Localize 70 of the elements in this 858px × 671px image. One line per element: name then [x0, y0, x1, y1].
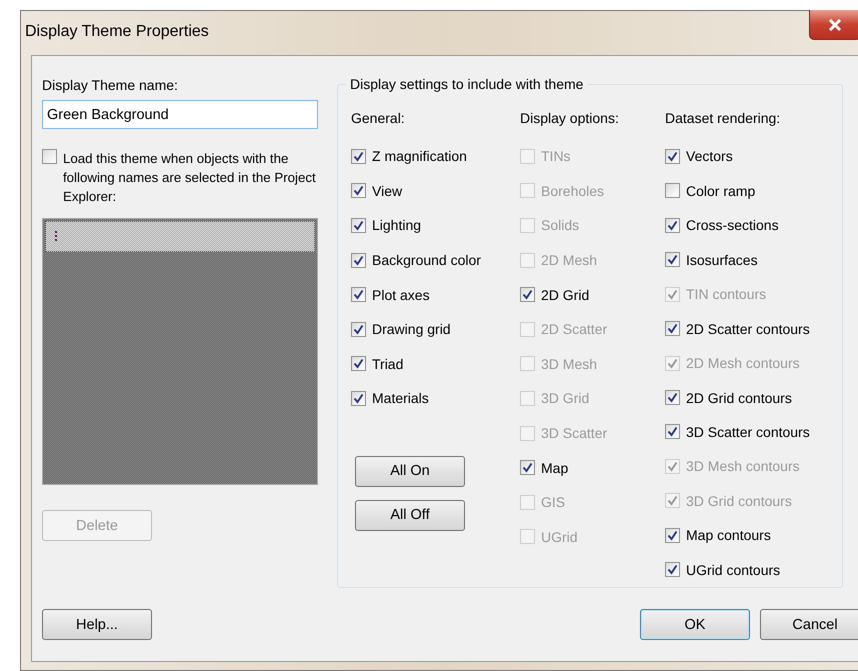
checkbox-label: Triad — [372, 356, 404, 372]
toggle-all-button[interactable]: All Off — [355, 500, 465, 531]
checkbox-label: Materials — [372, 390, 429, 406]
dialog-button[interactable]: OK — [640, 609, 750, 640]
checkbox[interactable] — [665, 424, 680, 440]
checkbox[interactable] — [520, 287, 535, 302]
checkbox[interactable] — [351, 183, 366, 198]
checkbox-label: GIS — [541, 494, 566, 510]
checkbox-label: Color ramp — [686, 182, 756, 199]
checkbox-label: 2D Grid contours — [686, 390, 792, 406]
checkbox-label: 3D Mesh — [541, 356, 598, 372]
checkbox-label: 3D Scatter — [541, 425, 608, 442]
checkbox[interactable] — [665, 390, 680, 406]
checkbox-label: Isosurfaces — [686, 252, 758, 268]
checkbox-label: 2D Scatter contours — [686, 320, 810, 337]
checkbox-label: 3D Grid — [541, 390, 590, 406]
toggle-all-button[interactable]: All On — [355, 456, 465, 487]
dialog-button[interactable]: Cancel — [760, 609, 858, 640]
checkbox-label: Lighting — [372, 217, 422, 234]
load-option-label: Load this theme when objects with the following names are selected in the Project Explorer: — [62, 150, 317, 206]
checkbox-label: 2D Grid — [541, 286, 590, 303]
checkbox[interactable] — [42, 149, 57, 164]
column-heading: Display options: — [520, 109, 620, 127]
checkbox[interactable] — [665, 148, 680, 164]
window-title: Display Theme Properties — [25, 23, 209, 41]
close-icon — [828, 18, 842, 30]
checkbox-label: Cross-sections — [686, 217, 779, 234]
checkbox[interactable] — [665, 528, 680, 543]
checkbox-label: Map contours — [686, 527, 771, 544]
theme-name-field[interactable]: Green Background — [42, 100, 318, 129]
checkbox[interactable] — [351, 218, 366, 233]
checkbox[interactable] — [351, 322, 366, 337]
grid-row[interactable] — [45, 221, 315, 252]
checkbox-label: Drawing grid — [372, 321, 451, 338]
checkbox-label: 3D Mesh contours — [686, 458, 800, 474]
checkbox[interactable] — [665, 562, 680, 578]
names-grid[interactable] — [42, 218, 318, 485]
close-button[interactable] — [809, 10, 858, 40]
checkbox-label: UGrid contours — [686, 562, 780, 578]
checkbox[interactable] — [665, 321, 680, 336]
checkbox[interactable] — [665, 252, 680, 268]
checkbox-label: Z magnification — [372, 148, 467, 164]
checkbox-label: 2D Mesh contours — [686, 355, 800, 372]
checkbox[interactable] — [351, 287, 366, 302]
dialog-button[interactable]: Help... — [42, 609, 152, 640]
checkbox-label: TIN contours — [686, 286, 766, 302]
checkbox-label: Map — [541, 460, 568, 476]
checkbox-label: Boreholes — [541, 182, 604, 199]
checkbox-label: Solids — [541, 217, 580, 234]
checkbox-label: Background color — [372, 252, 481, 268]
checkbox-label: View — [372, 182, 402, 199]
checkbox-label: TINs — [541, 148, 571, 164]
checkbox[interactable] — [665, 183, 680, 198]
checkbox[interactable] — [351, 390, 366, 406]
checkbox[interactable] — [520, 460, 535, 476]
theme-name-label: Display Theme name: — [42, 76, 179, 94]
checkbox-label: 2D Scatter — [541, 321, 608, 338]
checkbox-label: 3D Scatter contours — [686, 424, 810, 440]
checkbox-label: 2D Mesh — [541, 252, 598, 268]
checkbox[interactable] — [351, 148, 366, 164]
checkbox-label: UGrid — [541, 528, 578, 545]
checkbox-label: Plot axes — [372, 286, 430, 303]
column-heading: Dataset rendering: — [665, 109, 782, 127]
checkbox-label: Vectors — [686, 148, 733, 164]
checkbox[interactable] — [351, 252, 366, 268]
row-marker-icon — [54, 230, 58, 242]
checkbox[interactable] — [351, 356, 366, 372]
checkbox[interactable] — [665, 218, 680, 233]
column-heading: General: — [351, 109, 406, 127]
checkbox-label: 3D Grid contours — [686, 492, 792, 509]
